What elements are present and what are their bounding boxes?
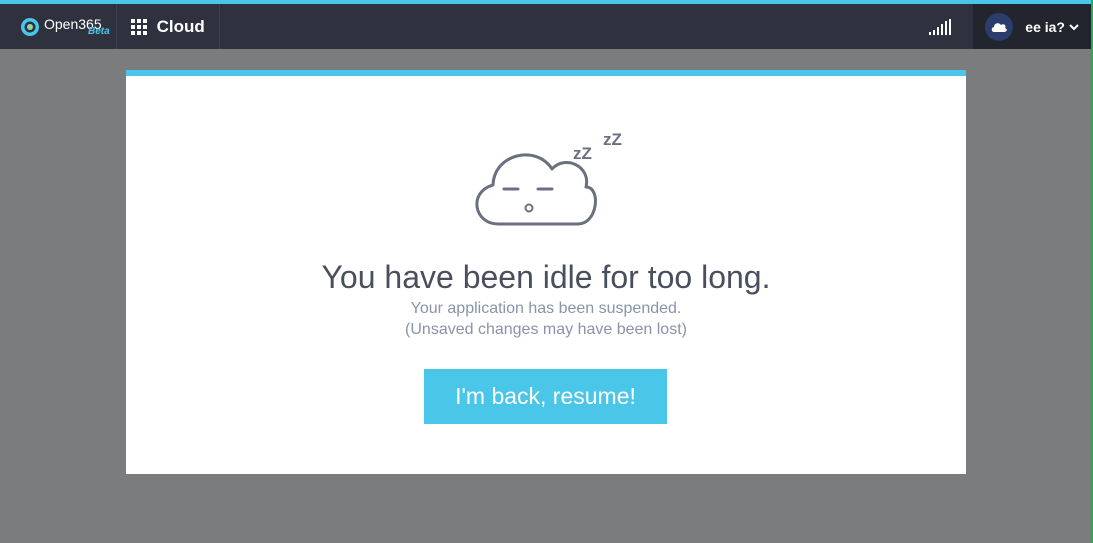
- resume-button[interactable]: I'm back, resume!: [424, 369, 667, 424]
- user-name: ee ia?: [1025, 18, 1065, 35]
- idle-title: You have been idle for too long.: [321, 259, 771, 295]
- cloud-avatar-icon: [992, 22, 1008, 32]
- apps-menu-button[interactable]: Cloud: [117, 4, 220, 49]
- suspended-message: Your application has been suspended.: [410, 300, 682, 317]
- beta-badge: Beta: [88, 26, 110, 37]
- open365-logo-icon: [21, 17, 39, 36]
- chevron-down-icon: [1069, 23, 1079, 30]
- brand[interactable]: Open365 Beta: [0, 4, 117, 49]
- apps-grid-icon: [130, 18, 147, 35]
- zz-small: zZ: [573, 144, 592, 163]
- signal-icon: [929, 18, 952, 35]
- sleeping-cloud-icon: zZ zZ: [475, 130, 622, 226]
- idle-dialog: zZ zZ You have been idle for too long. Y…: [126, 70, 966, 474]
- avatar: [985, 12, 1014, 41]
- top-bar: Open365 Beta Cloud ee ia?: [0, 4, 1091, 49]
- unsaved-warning: (Unsaved changes may have been lost): [405, 321, 687, 338]
- user-menu[interactable]: ee ia?: [973, 4, 1091, 49]
- zz-large: zZ: [603, 130, 622, 149]
- app-name: Cloud: [156, 16, 205, 36]
- sleeping-cloud: zZ zZ: [466, 129, 636, 239]
